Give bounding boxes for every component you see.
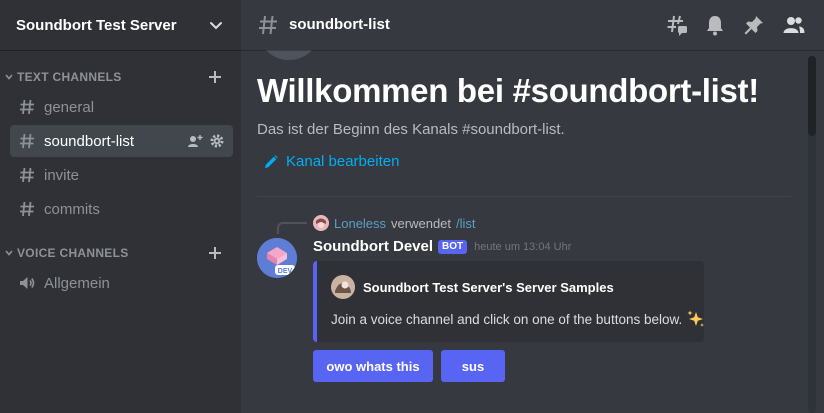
reply-username[interactable]: Loneless [334,216,386,231]
message-timestamp: heute um 13:04 Uhr [474,240,572,253]
category-label: TEXT CHANNELS [17,70,122,84]
sparkles-icon [687,310,705,327]
embed-author: Soundbort Test Server's Server Samples [331,275,614,299]
channel-header: soundbort-list [241,0,824,50]
channel-invite[interactable]: invite [10,159,233,191]
bot-tag: BOT [438,239,468,254]
invite-user-icon[interactable] [187,133,203,149]
channel-label: general [44,98,95,116]
threads-icon[interactable] [665,13,689,37]
add-channel-icon[interactable] [207,69,223,85]
chevron-down-icon [5,74,13,80]
channel-label: Allgemein [44,274,110,292]
voice-channel-allgemein[interactable]: Allgemein [10,267,233,299]
channel-sidebar: Soundbort Test Server TEXT CHANNELS gene… [0,0,241,413]
embed-author-name: Soundbort Test Server's Server Samples [363,279,614,295]
chevron-down-icon [210,22,222,30]
scrollbar[interactable] [808,56,816,413]
server-icon [331,275,355,299]
sample-button-owo[interactable]: owo whats this [313,350,433,382]
avatar [313,215,329,231]
divider [257,196,791,197]
chat-area: soundbort-list Willkommen bei #soundbort… [241,0,824,413]
embed-description-text: Join a voice channel and click on one of… [331,311,683,327]
channel-label: invite [44,166,80,184]
chevron-down-icon [5,250,13,256]
hashtag-icon [20,133,34,149]
add-channel-icon[interactable] [207,245,223,261]
sample-button-sus[interactable]: sus [441,350,505,382]
hashtag-icon [20,99,34,115]
avatar[interactable]: DEV [257,238,297,278]
edit-channel-link[interactable]: Kanal bearbeiten [263,153,399,170]
message-embed: Soundbort Test Server's Server Samples J… [313,261,706,342]
edit-channel-label: Kanal bearbeiten [286,153,400,170]
embed-description: Join a voice channel and click on one of… [331,309,706,329]
hashtag-icon [20,201,34,217]
category-text-channels[interactable]: TEXT CHANNELS [0,68,241,86]
avatar-badge: DEV [278,268,293,275]
gear-icon[interactable] [209,133,225,149]
server-name: Soundbort Test Server [16,16,177,34]
speaker-icon [20,277,35,289]
welcome-title: Willkommen bei #soundbort-list! [257,72,759,109]
message-header: Soundbort Devel BOT heute um 13:04 Uhr [313,238,571,255]
pencil-icon [265,154,278,168]
reply-command[interactable]: /list [456,216,476,231]
channel-commits[interactable]: commits [10,193,233,225]
hashtag-icon [259,15,277,35]
channel-actions [187,133,225,149]
channel-title: soundbort-list [289,16,390,33]
channel-label: commits [44,200,100,218]
reply-reference[interactable]: Loneless verwendet /list [313,215,476,231]
hashtag-icon [20,167,34,183]
category-voice-channels[interactable]: VOICE CHANNELS [0,244,241,262]
pin-icon[interactable] [742,13,766,37]
channel-soundbort-list[interactable]: soundbort-list [10,125,233,157]
welcome-subtitle: Das ist der Beginn des Kanals #soundbort… [257,121,565,138]
reply-connector [277,222,307,234]
scrollbar-thumb[interactable] [808,56,816,136]
reply-text: verwendet [391,215,452,231]
category-label: VOICE CHANNELS [17,246,129,260]
bell-icon[interactable] [703,13,727,37]
channel-general[interactable]: general [10,91,233,123]
members-icon[interactable] [782,13,806,37]
server-header[interactable]: Soundbort Test Server [0,0,241,50]
channel-label: soundbort-list [44,132,135,150]
message-author[interactable]: Soundbort Devel [313,238,433,255]
